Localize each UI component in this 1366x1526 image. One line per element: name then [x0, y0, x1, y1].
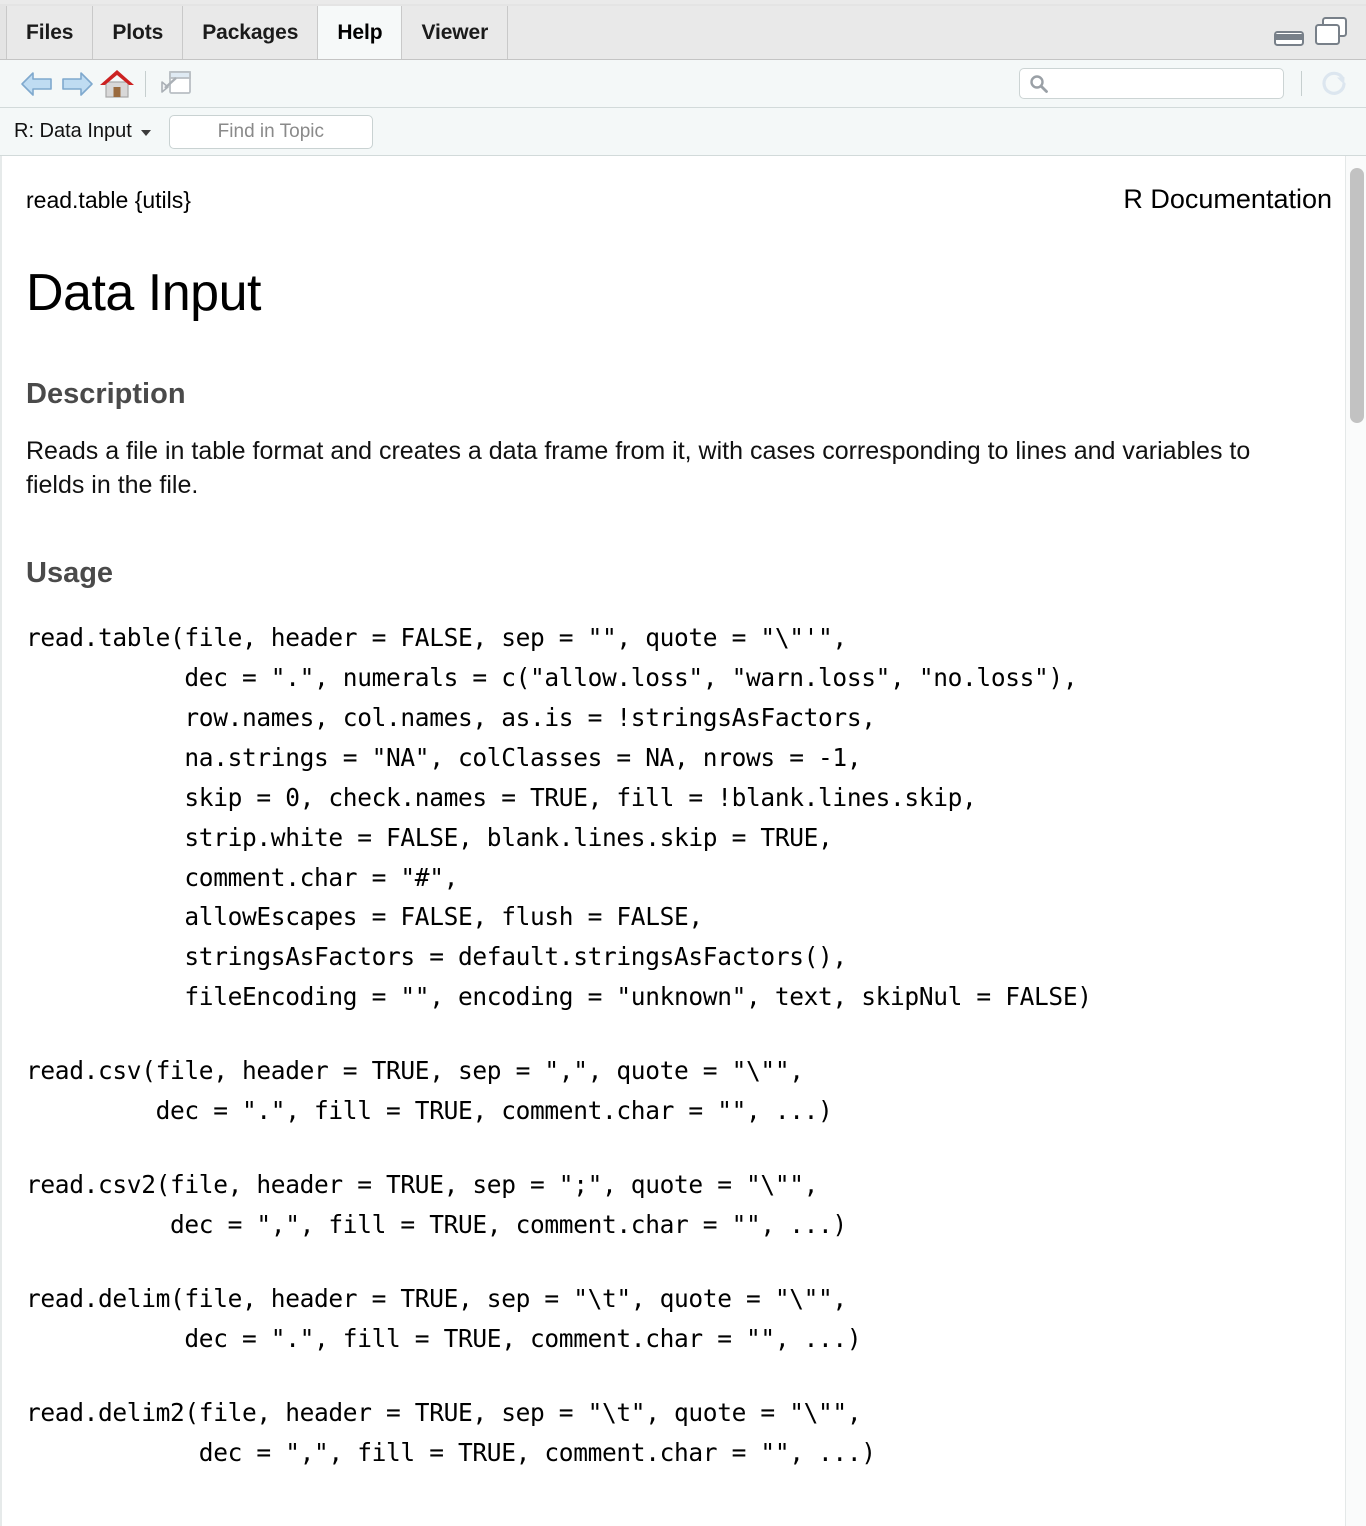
toolbar-divider-2: [1301, 71, 1302, 96]
back-arrow-icon[interactable]: [17, 64, 57, 104]
tab-help[interactable]: Help: [318, 6, 403, 59]
topic-dropdown[interactable]: R: Data Input: [14, 120, 155, 143]
refresh-icon[interactable]: [1314, 67, 1354, 101]
chevron-down-icon: [140, 130, 151, 136]
toolbar-divider: [145, 70, 146, 97]
search-icon: [1029, 74, 1048, 93]
help-topic-bar: R: Data Input Find in Topic: [0, 108, 1366, 156]
doc-header: read.table {utils} R Documentation: [26, 156, 1332, 215]
description-paragraph: Reads a file in table format and creates…: [26, 437, 1251, 499]
tab-files-label: Files: [26, 20, 74, 44]
usage-code-read-delim2: read.delim2(file, header = TRUE, sep = "…: [26, 1397, 876, 1467]
open-in-new-window-icon[interactable]: [156, 64, 196, 104]
help-search-box[interactable]: [1019, 68, 1284, 99]
maximize-icon[interactable]: [1314, 16, 1348, 46]
help-content-area: read.table {utils} R Documentation Data …: [0, 156, 1366, 1526]
tab-packages[interactable]: Packages: [183, 6, 319, 59]
section-heading-usage: Usage: [26, 557, 114, 589]
tab-viewer[interactable]: Viewer: [402, 6, 509, 59]
find-in-topic-placeholder: Find in Topic: [217, 120, 324, 142]
r-documentation-page: read.table {utils} R Documentation Data …: [2, 156, 1366, 1526]
tab-files[interactable]: Files: [6, 6, 94, 59]
content-scrollbar[interactable]: [1345, 156, 1366, 1526]
usage-code-read-csv: read.csv(file, header = TRUE, sep = ",",…: [26, 1056, 833, 1126]
tab-plots[interactable]: Plots: [93, 6, 184, 59]
help-navigation-toolbar: [0, 60, 1366, 108]
usage-code-read-csv2: read.csv2(file, header = TRUE, sep = ";"…: [26, 1170, 847, 1239]
home-icon[interactable]: [97, 64, 137, 104]
search-input[interactable]: [1048, 75, 1283, 92]
forward-arrow-icon[interactable]: [57, 64, 97, 104]
tab-plots-label: Plots: [112, 20, 164, 44]
find-in-topic-input[interactable]: Find in Topic: [168, 114, 373, 149]
doc-source-label: R Documentation: [1123, 184, 1332, 214]
window-controls: [1274, 16, 1348, 46]
tab-bar-filler: [508, 6, 1366, 59]
scrollbar-thumb[interactable]: [1350, 168, 1364, 423]
topic-dropdown-label: R: Data Input: [14, 120, 132, 142]
page-title: Data Input: [26, 264, 261, 322]
tab-viewer-label: Viewer: [421, 20, 489, 44]
usage-code-read-delim: read.delim(file, header = TRUE, sep = "\…: [26, 1283, 862, 1353]
section-heading-description: Description: [26, 378, 186, 410]
minimize-icon[interactable]: [1274, 28, 1304, 46]
pane-tab-bar: Files Plots Packages Help Viewer: [0, 0, 1366, 60]
usage-code-read-table: read.table(file, header = FALSE, sep = "…: [26, 623, 1092, 1012]
tab-help-label: Help: [337, 20, 383, 44]
tab-packages-label: Packages: [202, 20, 299, 44]
doc-topic-package: read.table {utils}: [26, 187, 191, 213]
